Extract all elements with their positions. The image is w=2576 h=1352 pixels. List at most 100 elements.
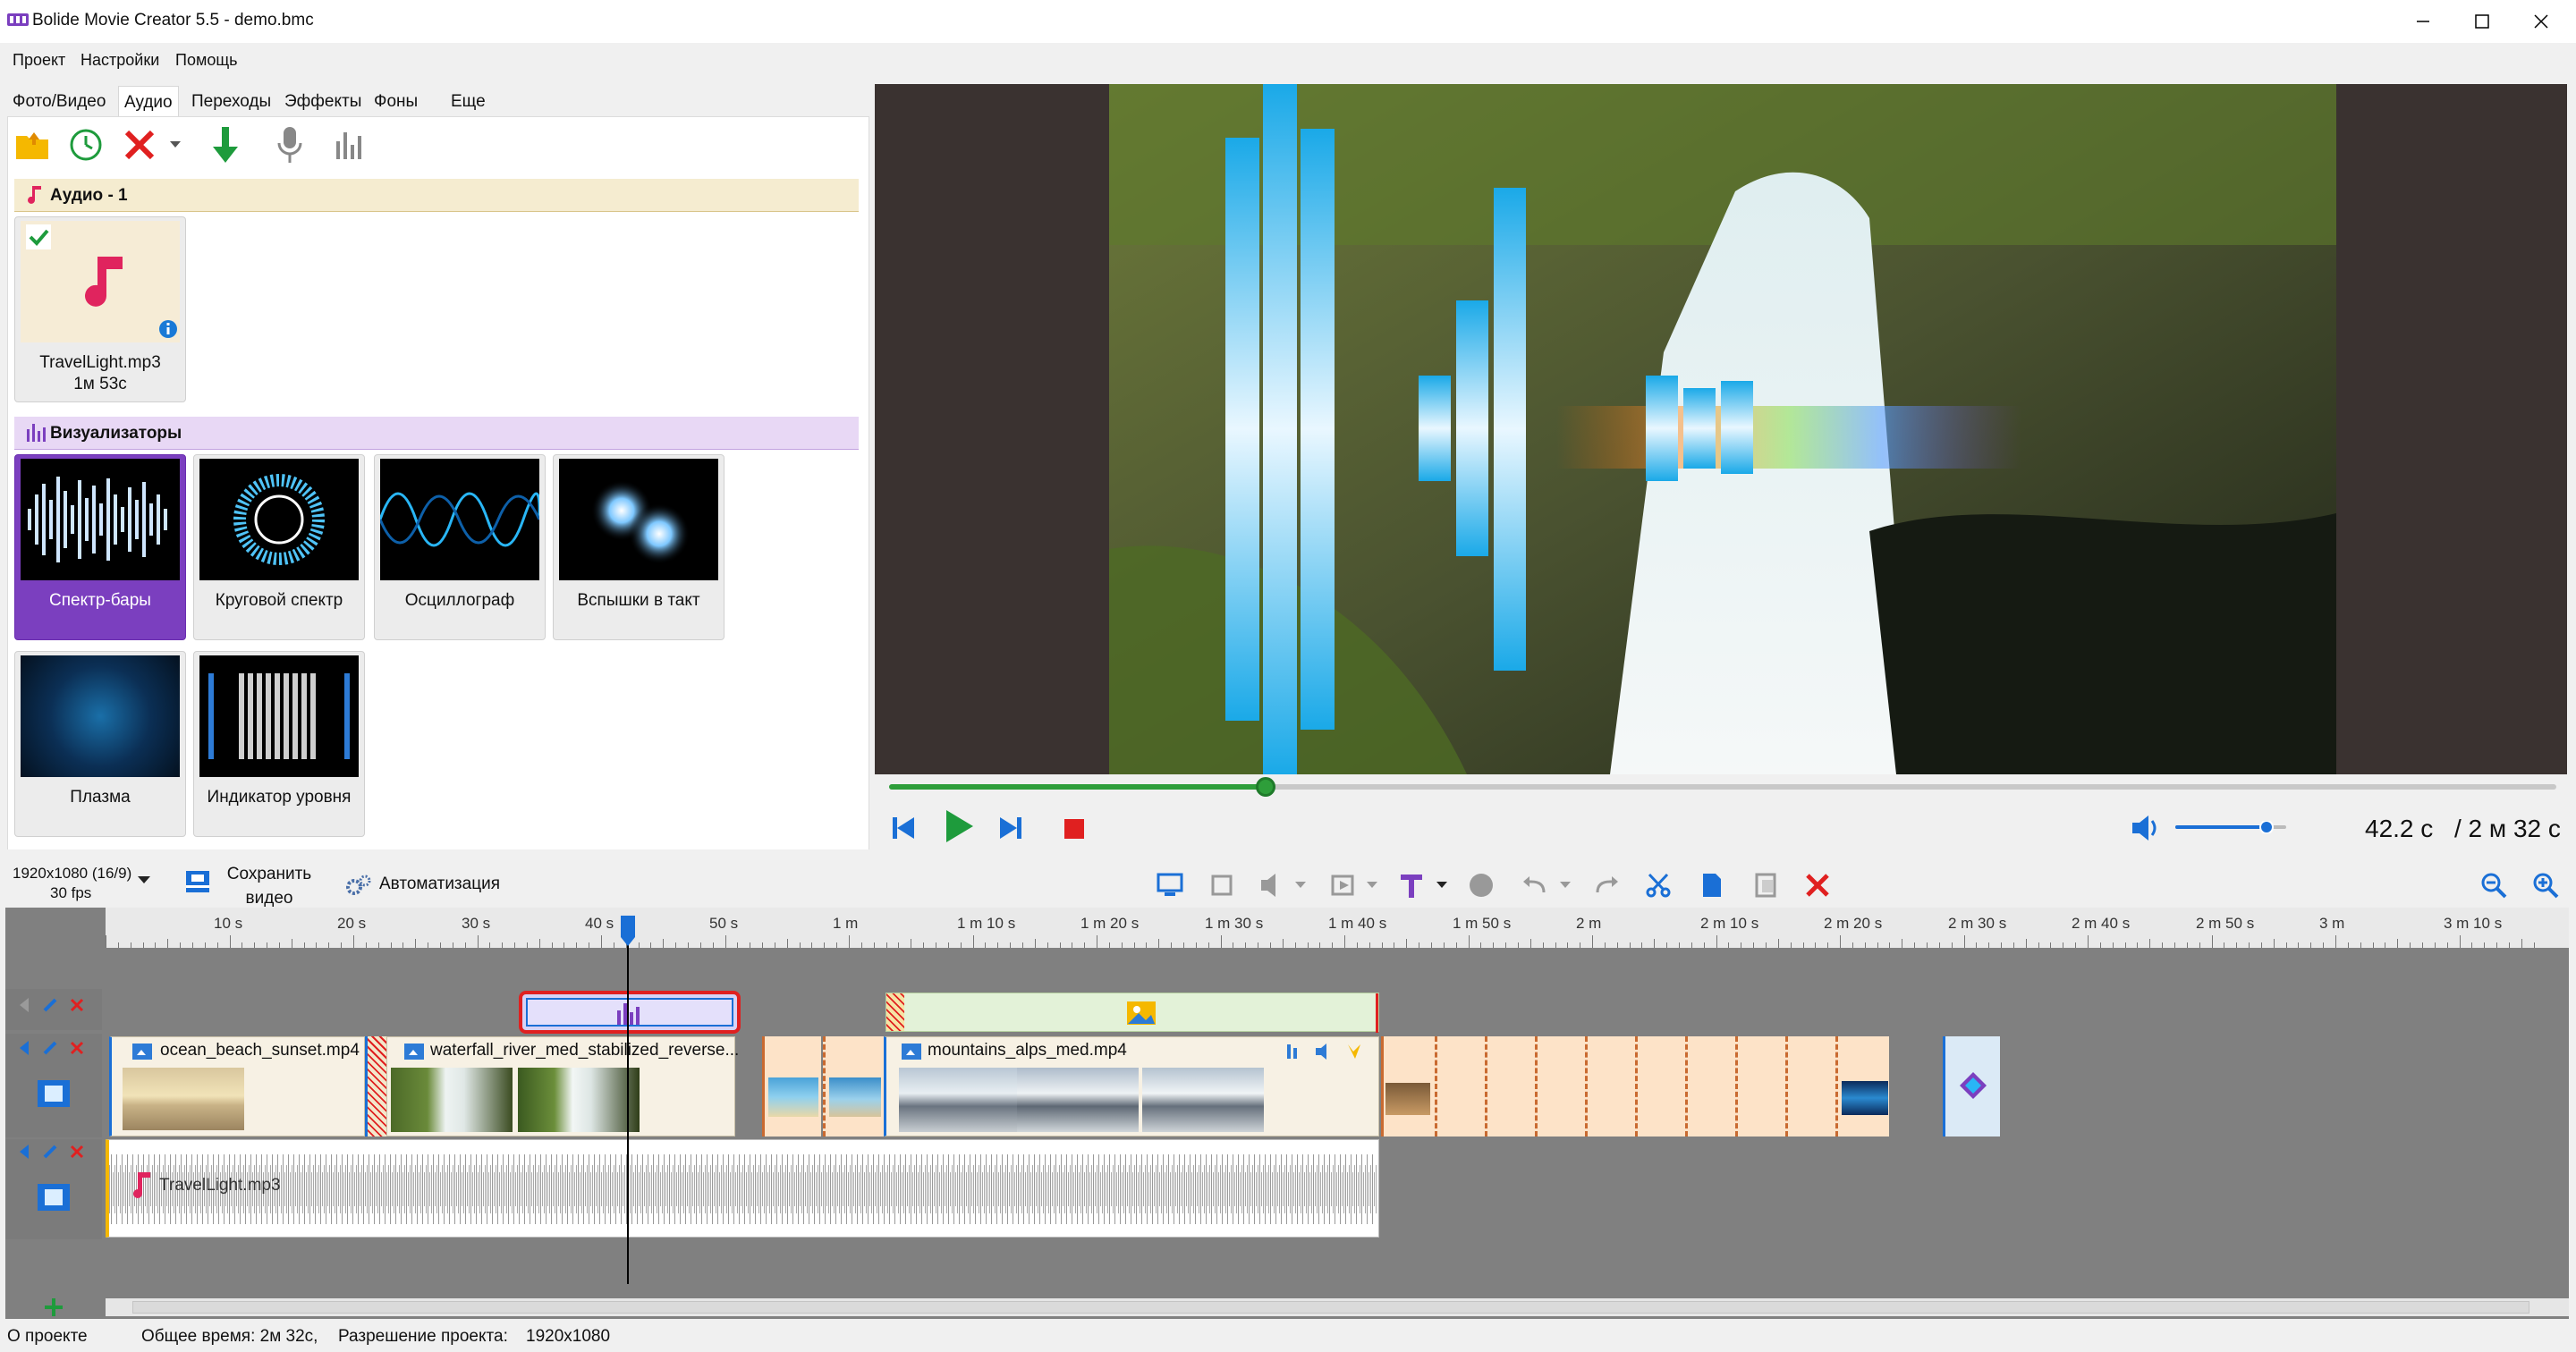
maximize-button[interactable] — [2453, 0, 2512, 43]
tab-photo-video[interactable]: Фото/Видео — [7, 86, 111, 118]
split-button[interactable] — [1640, 869, 1676, 901]
visualizer-level-indicator[interactable]: Индикатор уровня — [193, 651, 365, 837]
photo-clip-6[interactable] — [1535, 1036, 1589, 1137]
menu-help[interactable]: Помощь — [175, 51, 238, 70]
equalizer-icon — [336, 132, 361, 159]
next-frame-button[interactable] — [995, 812, 1027, 844]
paste-button[interactable] — [1748, 869, 1784, 901]
audio-item-card[interactable]: TravelLight.mp3 1м 53с — [14, 216, 186, 402]
previous-frame-button[interactable] — [887, 812, 919, 844]
chevron-down-icon[interactable] — [138, 876, 150, 885]
play-button[interactable] — [941, 808, 977, 844]
image-overlay-clip[interactable] — [886, 993, 1379, 1033]
record-voice-button[interactable] — [268, 123, 311, 166]
photo-clip-11[interactable] — [1785, 1036, 1839, 1137]
clip-effects-icons[interactable] — [1285, 1041, 1366, 1064]
photo-clip-4[interactable] — [1435, 1036, 1488, 1137]
mute-clip-button[interactable] — [1254, 869, 1290, 901]
delete-dropdown[interactable] — [165, 123, 186, 166]
seek-bar[interactable] — [889, 782, 2556, 792]
equalizer-icon — [27, 424, 46, 442]
photo-clip-10[interactable] — [1735, 1036, 1789, 1137]
clock-icon — [70, 129, 102, 161]
ruler-tick — [1171, 942, 1173, 948]
track-controls-icon[interactable] — [18, 1039, 88, 1057]
photo-clip-8[interactable] — [1635, 1036, 1689, 1137]
visualizer-clip[interactable] — [519, 991, 741, 1034]
undo-dropdown[interactable] — [1556, 869, 1574, 901]
project-format-selector[interactable]: 1920x1080 (16/9) 30 fps — [13, 864, 131, 903]
video-clip-mountains[interactable]: mountains_alps_med.mp4 — [884, 1036, 1379, 1137]
zoom-in-button[interactable] — [2528, 869, 2563, 901]
add-track-icon[interactable] — [43, 1297, 64, 1318]
photo-clip-3[interactable] — [1381, 1036, 1435, 1137]
visualizer-oscilloscope[interactable]: Осциллограф — [374, 454, 546, 640]
visualizer-beat-flashes[interactable]: Вспышки в такт — [553, 454, 724, 640]
transition-marker[interactable] — [365, 1036, 386, 1137]
photo-clip-2[interactable] — [823, 1036, 884, 1137]
ruler-tick — [1840, 935, 1841, 948]
ruler-tick — [489, 942, 491, 948]
playhead-handle[interactable] — [621, 916, 635, 946]
playhead[interactable] — [627, 917, 629, 1284]
menu-settings[interactable]: Настройки — [80, 51, 159, 70]
mute-dropdown[interactable] — [1292, 869, 1309, 901]
timeline-scrollbar[interactable] — [106, 1298, 2569, 1316]
volume-button[interactable] — [2129, 812, 2161, 844]
photo-clip-12[interactable] — [1835, 1036, 1889, 1137]
ruler-tick — [663, 939, 665, 948]
text-dropdown[interactable] — [1433, 869, 1451, 901]
tab-more[interactable]: Еще — [445, 86, 491, 118]
speed-button[interactable] — [1326, 869, 1361, 901]
undo-button[interactable] — [1517, 869, 1553, 901]
ruler-label: 2 m 30 s — [1948, 915, 2007, 932]
checkmark-icon[interactable] — [26, 224, 51, 249]
fit-screen-button[interactable] — [1152, 869, 1188, 901]
video-clip-waterfall[interactable]: waterfall_river_med_stabilized_reverse..… — [386, 1036, 739, 1137]
photo-clip-5[interactable] — [1485, 1036, 1538, 1137]
zoom-out-button[interactable] — [2476, 869, 2512, 901]
about-project-link[interactable]: О проекте — [7, 1327, 88, 1347]
crop-button[interactable] — [1204, 869, 1240, 901]
tab-audio[interactable]: Аудио — [118, 86, 179, 119]
stop-button[interactable] — [1063, 817, 1086, 841]
delete-button[interactable] — [118, 123, 161, 166]
visualizer-button[interactable] — [329, 123, 372, 166]
tab-transitions[interactable]: Переходы — [186, 86, 276, 118]
seek-handle[interactable] — [1256, 777, 1275, 797]
volume-slider[interactable] — [2175, 821, 2286, 833]
close-button[interactable] — [2512, 0, 2571, 43]
tab-backgrounds[interactable]: Фоны — [369, 86, 423, 118]
add-text-button[interactable] — [1394, 869, 1429, 901]
open-folder-button[interactable] — [11, 123, 54, 166]
delete-clip-button[interactable] — [1800, 869, 1835, 901]
track-controls-icon[interactable] — [18, 996, 88, 1014]
ruler-label: 2 m — [1576, 915, 1602, 932]
redo-button[interactable] — [1589, 869, 1624, 901]
color-button[interactable] — [1463, 869, 1499, 901]
time-ruler[interactable]: 10 s 20 s 30 s 40 s 50 s 1 m 1 m 10 s 1 m 20 s 1… — [106, 908, 2569, 948]
info-icon[interactable] — [158, 319, 178, 339]
tab-effects[interactable]: Эффекты — [279, 86, 367, 118]
recent-button[interactable] — [64, 123, 107, 166]
photo-clip-9[interactable] — [1685, 1036, 1739, 1137]
ruler-tick — [1976, 942, 1978, 948]
photo-clip-7[interactable] — [1585, 1036, 1639, 1137]
video-clip-ocean[interactable]: ocean_beach_sunset.mp4 — [109, 1036, 365, 1137]
minimize-button[interactable] — [2394, 0, 2453, 43]
visualizer-circular-spectrum[interactable]: Круговой спектр — [193, 454, 365, 640]
title-clip[interactable] — [1943, 1036, 2000, 1137]
visualizer-plasma[interactable]: Плазма — [14, 651, 186, 837]
ruler-tick — [192, 942, 193, 948]
visualizer-spectrum-bars[interactable]: Спектр-бары — [14, 454, 186, 640]
copy-button[interactable] — [1694, 869, 1730, 901]
ruler-tick — [2038, 942, 2039, 948]
audio-clip-travellight[interactable]: TravelLight.mp3 — [106, 1139, 1379, 1238]
ruler-tick — [353, 935, 354, 948]
download-button[interactable] — [204, 123, 247, 166]
photo-clip-1[interactable] — [762, 1036, 821, 1137]
menu-project[interactable]: Проект — [13, 51, 65, 70]
speed-dropdown[interactable] — [1363, 869, 1381, 901]
ruler-tick — [167, 939, 169, 948]
track-controls-icon[interactable] — [18, 1143, 88, 1161]
